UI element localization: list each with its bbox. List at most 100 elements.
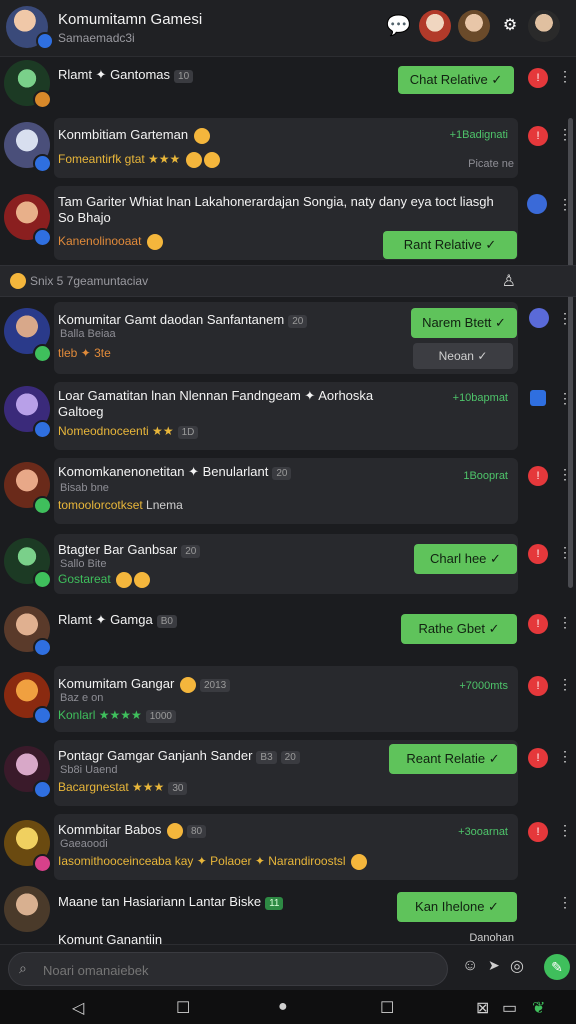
send-button[interactable]: ✎ bbox=[544, 954, 570, 980]
count-chip: 10 bbox=[174, 70, 194, 83]
timestamp: +10bapmat bbox=[452, 392, 508, 404]
chat-row[interactable]: Konmbitiam Garteman Fomeantirfk gtat ★★★… bbox=[0, 114, 576, 180]
member-avatar[interactable] bbox=[419, 10, 451, 42]
chat-row[interactable]: Maane tan Hasiariann Lantar Biske 11 Kan … bbox=[0, 886, 576, 932]
rant-relative-button[interactable]: Rant Relative ✓ bbox=[383, 231, 517, 259]
more-options-icon[interactable]: ⋮ bbox=[558, 467, 572, 481]
sub-label: Sallo Bite bbox=[60, 558, 107, 570]
verified-badge-icon bbox=[33, 638, 52, 657]
screenshot-icon[interactable]: ⊠ bbox=[476, 998, 489, 1018]
member-avatar[interactable] bbox=[458, 10, 490, 42]
more-options-icon[interactable]: ⋮ bbox=[558, 677, 572, 691]
more-options-icon[interactable]: ⋮ bbox=[558, 311, 572, 325]
settings-icon[interactable]: ⚙ bbox=[498, 14, 522, 38]
online-badge-icon bbox=[33, 496, 52, 515]
preview-text: tomoolorcotkset bbox=[58, 498, 143, 512]
preview-text: Fomeantirfk gtat ★★★ bbox=[58, 152, 181, 167]
chat-row[interactable]: Komumitam Gangar 2013 Baz e on Konlarl ★… bbox=[0, 664, 576, 734]
system-nav-bar: ◁ ☐ ● ☐ ⊠ ▭ ❦ bbox=[0, 990, 576, 1024]
status-text: Picate ne bbox=[468, 158, 514, 170]
emoji-picker-icon[interactable]: ☺ bbox=[462, 957, 478, 975]
unread-badge: ! bbox=[528, 466, 548, 486]
more-options-icon[interactable]: ⋮ bbox=[558, 823, 572, 837]
timestamp: +7000mts bbox=[459, 680, 508, 692]
chat-row[interactable]: Komumitar Gamt daodan Sanfantanem 20 Ball… bbox=[0, 300, 576, 376]
camera-icon[interactable]: ◎ bbox=[510, 956, 524, 976]
contact-name: Komunt Ganantiin bbox=[58, 932, 163, 944]
count-chip: 1D bbox=[177, 426, 199, 439]
more-options-icon[interactable]: ⋮ bbox=[558, 69, 572, 83]
search-icon: ⌕ bbox=[19, 960, 27, 976]
mini-avatar[interactable] bbox=[527, 194, 547, 214]
emoji-icon bbox=[203, 152, 220, 168]
chat-row[interactable]: Btagter Bar Ganbsar 20 Sallo Bite Gostare… bbox=[0, 532, 576, 596]
person-icon[interactable]: ♙ bbox=[502, 271, 516, 291]
preview-text: Iasomithooceinceaba kay ✦ Polaoer ✦ Nara… bbox=[58, 854, 346, 869]
badge-icon bbox=[33, 90, 52, 109]
contact-name: Rlamt ✦ Gantomas bbox=[58, 67, 171, 82]
attach-icon[interactable]: ➤ bbox=[488, 957, 500, 974]
more-options-icon[interactable]: ⋮ bbox=[558, 895, 572, 909]
search-field[interactable]: ⌕ bbox=[8, 952, 448, 986]
more-options-icon[interactable]: ⋮ bbox=[558, 615, 572, 629]
kan-ihelone-button[interactable]: Kan Ihelone ✓ bbox=[397, 892, 517, 922]
chat-row[interactable]: Komomkanenonetitan ✦ Benularlant 20 Bisab… bbox=[0, 456, 576, 526]
chat-row[interactable]: Rlamt ✦ Gamga B0 Rathe Gbet ✓ ! ⋮ bbox=[0, 600, 576, 660]
preview-extra: Lnema bbox=[146, 498, 183, 512]
chat-row[interactable]: Kommbitar Babos 80 Gaeaoodi Iasomithooce… bbox=[0, 812, 576, 882]
narem-button[interactable]: Narem Btett ✓ bbox=[411, 308, 517, 338]
count-chip: 20 bbox=[280, 751, 300, 764]
group-title[interactable]: Komumitamn Gamesi bbox=[58, 11, 202, 28]
chat-row[interactable]: Komunt Ganantiin Danohan bbox=[0, 930, 576, 944]
app-header: Komumitamn Gamesi Samaemadc3i 💬 ⚙ bbox=[0, 0, 576, 57]
rathe-button[interactable]: Rathe Gbet ✓ bbox=[401, 614, 517, 644]
sub-label: Gaeaoodi bbox=[60, 838, 108, 850]
chat-row[interactable]: Tam Gariter Whiat lnan Lakahonerardajan … bbox=[0, 184, 576, 262]
window-icon[interactable]: ▭ bbox=[502, 998, 517, 1018]
message-input[interactable] bbox=[41, 959, 425, 981]
preview-text: Kanenolinooaat bbox=[58, 234, 142, 249]
unread-badge: ! bbox=[528, 544, 548, 564]
sub-label: Baz e on bbox=[60, 692, 104, 704]
more-options-icon[interactable]: ⋮ bbox=[558, 749, 572, 763]
emoji-icon bbox=[116, 572, 133, 588]
chat-row[interactable]: Pontagr Gamgar Ganjanh Sander B3 20 Sb8i U… bbox=[0, 738, 576, 808]
more-options-icon[interactable]: ⋮ bbox=[558, 127, 572, 141]
bookmark-icon[interactable] bbox=[530, 390, 546, 406]
emoji-icon bbox=[146, 234, 163, 250]
reant-relatie-button[interactable]: Reant Relatie ✓ bbox=[389, 744, 517, 774]
mini-avatar[interactable] bbox=[529, 308, 549, 328]
contact-name: Komomkanenonetitan ✦ Benularlant bbox=[58, 464, 269, 479]
emoji-icon bbox=[185, 152, 202, 168]
preview-text: Konlarl ★★★★ bbox=[58, 708, 142, 722]
contact-name: Komumitam Gangar bbox=[58, 676, 175, 691]
avatar[interactable] bbox=[4, 886, 50, 932]
timestamp: +3ooarnat bbox=[458, 826, 508, 838]
chat-bubble-icon[interactable]: 💬 bbox=[386, 14, 411, 38]
more-options-icon[interactable]: ⋮ bbox=[558, 197, 572, 211]
count-chip: B3 bbox=[256, 751, 277, 764]
leaf-icon[interactable]: ❦ bbox=[532, 998, 545, 1018]
recents-icon[interactable]: ☐ bbox=[176, 998, 190, 1018]
more-options-icon[interactable]: ⋮ bbox=[558, 391, 572, 405]
neoan-button[interactable]: Neoan ✓ bbox=[413, 343, 513, 369]
timestamp: 1Booprat bbox=[463, 470, 508, 482]
verified-badge-icon bbox=[33, 228, 52, 247]
count-chip: 1000 bbox=[145, 710, 176, 723]
square-icon[interactable]: ☐ bbox=[380, 998, 394, 1018]
preview-text: Nomeodnoceenti ★★ bbox=[58, 424, 174, 438]
back-icon[interactable]: ◁ bbox=[72, 998, 84, 1018]
home-icon[interactable]: ● bbox=[278, 998, 288, 1016]
contact-name: Btagter Bar Ganbsar bbox=[58, 542, 178, 557]
timestamp: Danohan bbox=[469, 932, 514, 944]
chat-row[interactable]: Loar Gamatitan lnan Nlennan Fandngeam ✦ … bbox=[0, 380, 576, 452]
message-composer: ⌕ ☺ ➤ ◎ ✎ bbox=[0, 944, 576, 991]
chat-relative-button[interactable]: Chat Relative ✓ bbox=[398, 66, 514, 94]
member-avatar[interactable] bbox=[528, 10, 560, 42]
chat-here-button[interactable]: Charl hee ✓ bbox=[414, 544, 517, 574]
more-options-icon[interactable]: ⋮ bbox=[558, 545, 572, 559]
count-chip: 20 bbox=[181, 545, 201, 558]
unread-badge: ! bbox=[528, 68, 548, 88]
chat-row[interactable]: Rlamt ✦ Gantomas 10 Chat Relative ✓ ! ⋮ bbox=[0, 58, 576, 112]
contact-name: Pontagr Gamgar Ganjanh Sander bbox=[58, 748, 253, 763]
